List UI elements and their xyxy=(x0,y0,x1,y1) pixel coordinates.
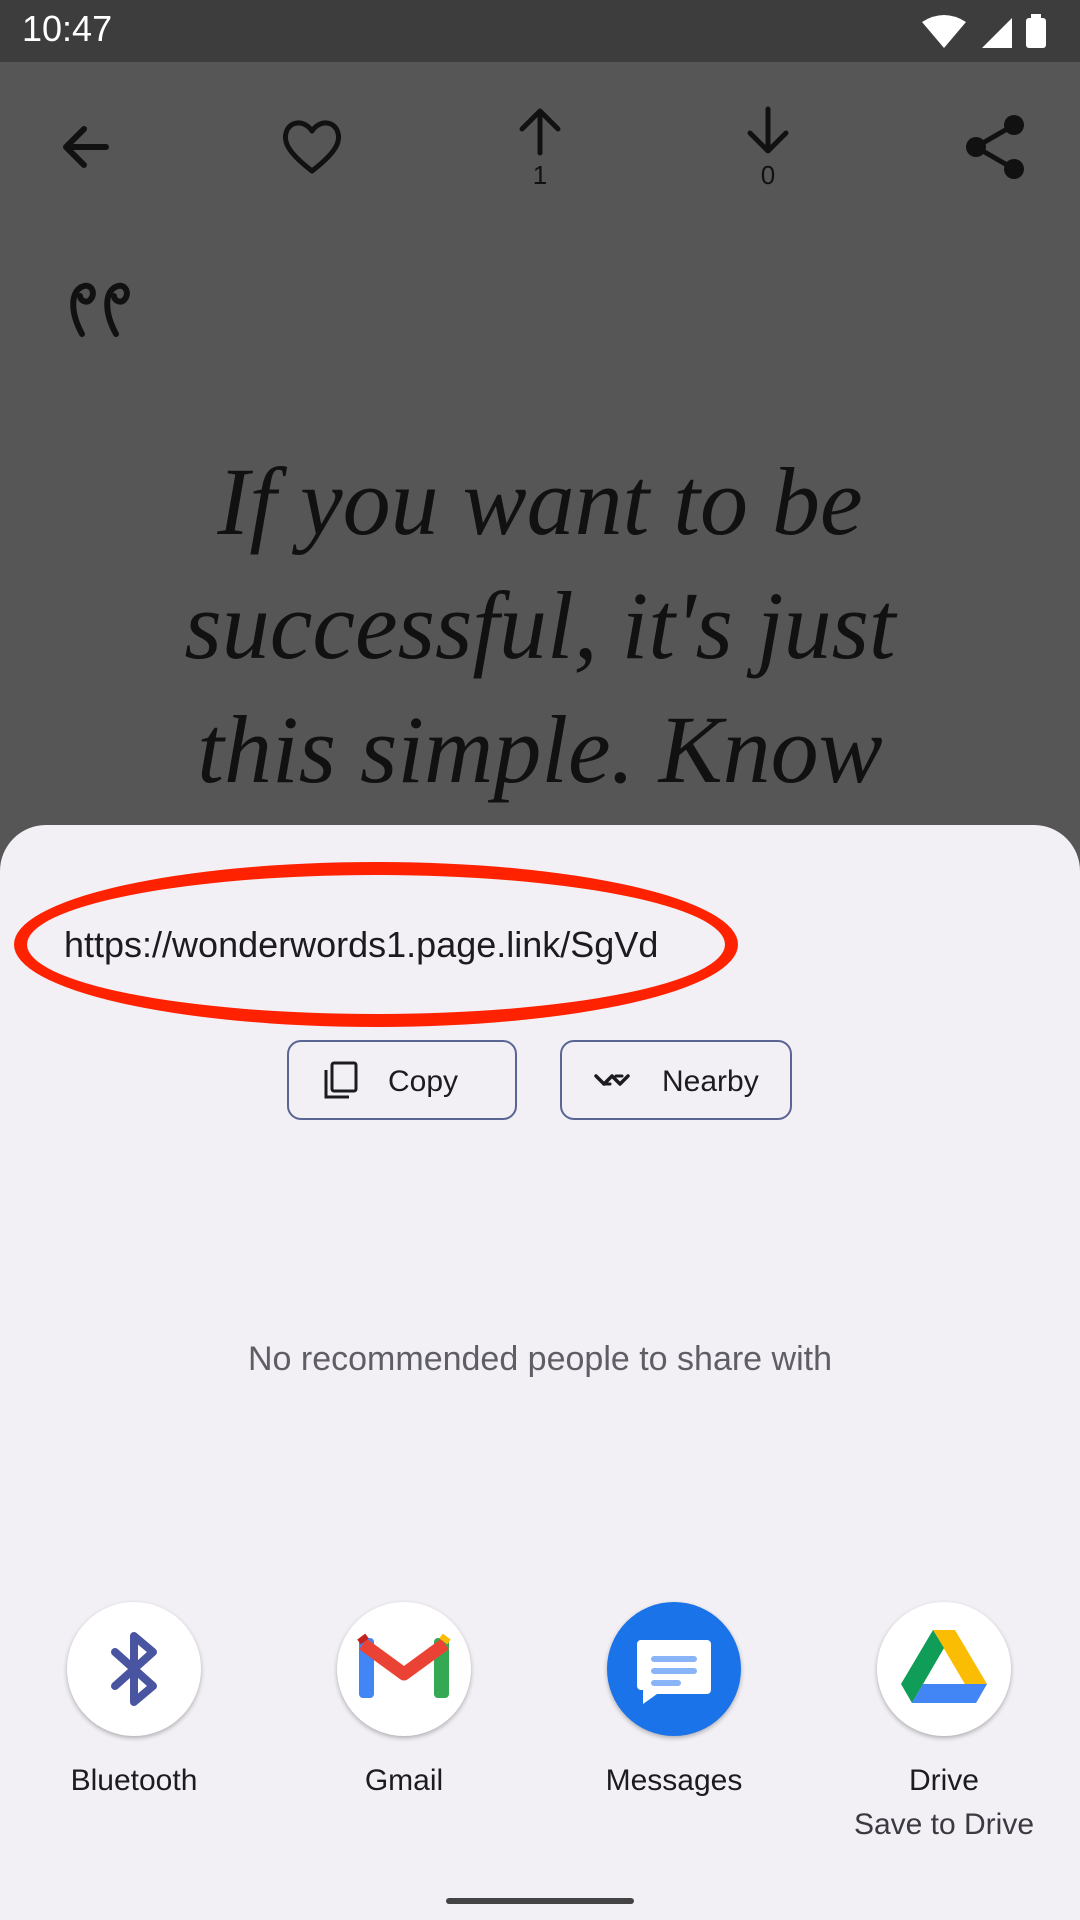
share-target-label: Gmail xyxy=(364,1764,444,1797)
share-target-drive[interactable]: Drive Save to Drive xyxy=(827,1602,1047,1862)
share-target-label: Messages xyxy=(605,1764,743,1797)
nearby-share-icon xyxy=(594,1074,630,1086)
share-target-label: Drive xyxy=(908,1764,979,1797)
share-target-gmail[interactable]: Gmail xyxy=(287,1602,507,1862)
messages-icon xyxy=(637,1640,711,1704)
no-recommended-people-text: No recommended people to share with xyxy=(248,1340,832,1378)
signal-icon xyxy=(982,18,1012,48)
copy-label: Copy xyxy=(388,1065,459,1098)
favorite-heart-icon[interactable] xyxy=(272,105,352,195)
upvote-count: 1 xyxy=(532,160,548,190)
wifi-icon xyxy=(922,15,966,48)
share-target-messages[interactable]: Messages xyxy=(557,1602,777,1862)
drive-icon xyxy=(901,1630,987,1703)
status-bar: 10:47 xyxy=(0,0,1080,62)
bluetooth-icon xyxy=(111,1632,157,1706)
nearby-label: Nearby xyxy=(662,1065,759,1098)
quote-text: If you want to be successful, it's just … xyxy=(184,448,896,803)
status-time: 10:47 xyxy=(22,8,113,49)
share-url: https://wonderwords1.page.link/SgVd xyxy=(64,924,659,965)
share-target-sublabel: Save to Drive xyxy=(853,1808,1035,1841)
copy-icon xyxy=(324,1061,358,1099)
quote-mark-icon xyxy=(70,282,130,337)
status-icons xyxy=(922,14,1046,48)
nearby-button[interactable]: Nearby xyxy=(560,1040,792,1120)
downvote-count: 0 xyxy=(760,160,776,190)
battery-icon xyxy=(1026,18,1046,48)
gesture-home-bar[interactable] xyxy=(446,1898,634,1904)
share-target-label: Bluetooth xyxy=(70,1764,198,1797)
back-arrow-icon[interactable] xyxy=(44,105,124,195)
gmail-icon xyxy=(357,1633,451,1698)
share-target-bluetooth[interactable]: Bluetooth xyxy=(17,1602,237,1862)
copy-button[interactable]: Copy xyxy=(287,1040,517,1120)
share-icon[interactable] xyxy=(956,105,1036,195)
